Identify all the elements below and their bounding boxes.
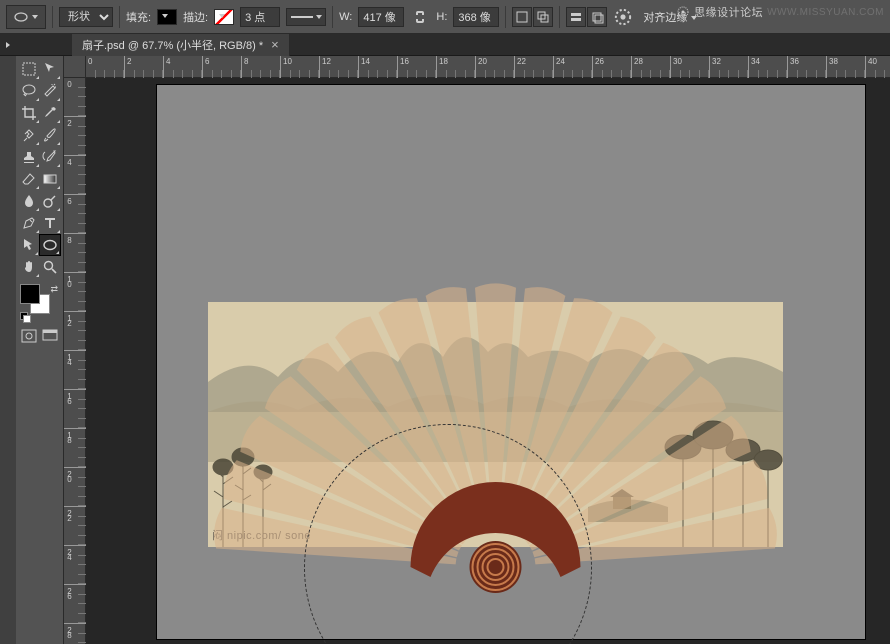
stroke-swatch[interactable]	[214, 9, 234, 25]
fan-shape	[208, 302, 783, 644]
crop-tool-icon[interactable]	[18, 102, 40, 124]
pen-tool-icon[interactable]	[18, 212, 40, 234]
brush-tool-icon[interactable]	[40, 124, 62, 146]
tab-bar-row: 扇子.psd @ 67.7% (小半径, RGB/8) * ×	[0, 34, 890, 56]
stroke-width-input[interactable]	[240, 7, 280, 27]
screen-mode-row	[18, 326, 61, 346]
workspace: ⇄ 0246810121416182022242628303234363840 …	[0, 56, 890, 644]
height-input[interactable]	[453, 7, 499, 27]
magic-wand-tool-icon[interactable]	[40, 80, 62, 102]
stroke-label: 描边:	[183, 9, 208, 25]
expand-panels-icon[interactable]	[0, 34, 16, 56]
fill-swatch[interactable]	[157, 9, 177, 25]
stamp-tool-icon[interactable]	[18, 146, 40, 168]
foreground-color[interactable]	[20, 284, 40, 304]
gradient-tool-icon[interactable]	[40, 168, 62, 190]
stroke-style-select[interactable]	[286, 8, 326, 26]
active-tool-indicator[interactable]	[6, 5, 46, 29]
path-operations[interactable]	[512, 7, 553, 27]
document-tab[interactable]: 扇子.psd @ 67.7% (小半径, RGB/8) * ×	[72, 34, 290, 56]
marquee-tool-icon[interactable]	[18, 58, 40, 80]
close-icon[interactable]: ×	[271, 38, 279, 51]
left-collapse-strip[interactable]	[0, 56, 16, 644]
quickmask-icon[interactable]	[18, 326, 40, 346]
ruler-vertical[interactable]: 0246810121416182022242628	[64, 78, 86, 644]
ruler-horizontal[interactable]: 0246810121416182022242628303234363840	[86, 56, 890, 78]
width-label: W:	[339, 11, 352, 23]
ruler-origin[interactable]	[64, 56, 86, 78]
toolbox: ⇄	[16, 56, 64, 644]
lasso-tool-icon[interactable]	[18, 80, 40, 102]
path-select-tool-icon[interactable]	[18, 234, 39, 256]
ellipse-tool-icon[interactable]	[39, 234, 61, 256]
shape-mode-select[interactable]: 形状	[59, 7, 113, 27]
path-align[interactable]	[566, 7, 607, 27]
blur-tool-icon[interactable]	[18, 190, 40, 212]
foreground-background-swatch[interactable]: ⇄	[18, 282, 62, 322]
width-input[interactable]	[358, 7, 404, 27]
height-label: H:	[436, 11, 447, 23]
history-brush-tool-icon[interactable]	[40, 146, 62, 168]
healing-tool-icon[interactable]	[18, 124, 40, 146]
dodge-tool-icon[interactable]	[40, 190, 62, 212]
eyedropper-tool-icon[interactable]	[40, 102, 62, 124]
site-watermark: 思缘设计论坛 WWW.MISSYUAN.COM	[676, 4, 884, 20]
move-tool-icon[interactable]	[40, 58, 62, 80]
screenmode-icon[interactable]	[40, 326, 62, 346]
link-wh-icon[interactable]	[410, 9, 430, 25]
document-tabs: 扇子.psd @ 67.7% (小半径, RGB/8) * ×	[16, 34, 890, 55]
canvas-pasteboard[interactable]: 闷 nipic.com/ sone	[156, 84, 866, 640]
default-colors-icon[interactable]	[20, 312, 32, 322]
stage: 闷 nipic.com/ sone	[86, 78, 890, 644]
type-tool-icon[interactable]	[40, 212, 62, 234]
eraser-tool-icon[interactable]	[18, 168, 40, 190]
swap-colors-icon[interactable]: ⇄	[50, 284, 58, 295]
canvas-area[interactable]: 0246810121416182022242628303234363840 02…	[64, 56, 890, 644]
tab-title: 扇子.psd @ 67.7% (小半径, RGB/8) *	[82, 37, 263, 53]
zoom-tool-icon[interactable]	[40, 256, 62, 278]
shape-settings-icon[interactable]	[613, 9, 633, 25]
fill-label: 填充:	[126, 9, 151, 25]
hand-tool-icon[interactable]	[18, 256, 40, 278]
